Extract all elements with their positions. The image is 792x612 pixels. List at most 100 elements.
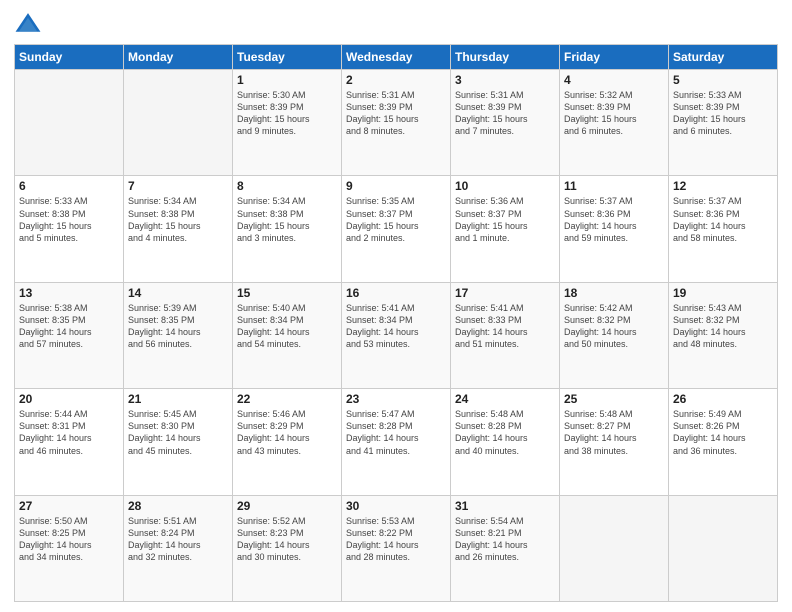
day-number: 17 [455,286,555,300]
calendar-cell: 25Sunrise: 5:48 AM Sunset: 8:27 PM Dayli… [560,389,669,495]
weekday-tuesday: Tuesday [233,45,342,70]
day-info: Sunrise: 5:33 AM Sunset: 8:39 PM Dayligh… [673,89,773,138]
day-number: 31 [455,499,555,513]
day-info: Sunrise: 5:38 AM Sunset: 8:35 PM Dayligh… [19,302,119,351]
calendar-cell: 11 Sunrise: 5:37 AM Sunset: 8:36 PM Dayli… [560,176,669,282]
calendar-cell: 21Sunrise: 5:45 AM Sunset: 8:30 PM Dayli… [124,389,233,495]
day-number: 29 [237,499,337,513]
day-number: 2 [346,73,446,87]
day-info: Sunrise: 5:49 AM Sunset: 8:26 PM Dayligh… [673,408,773,457]
day-number: 4 [564,73,664,87]
day-info: Sunrise: 5:30 AM Sunset: 8:39 PM Dayligh… [237,89,337,138]
day-number: 28 [128,499,228,513]
day-info: Sunrise: 5:37 AM Sunset: 8:36 PM Dayligh… [673,195,773,244]
day-number: 14 [128,286,228,300]
day-number: 1 [237,73,337,87]
day-info: Sunrise: 5:41 AM Sunset: 8:33 PM Dayligh… [455,302,555,351]
day-number: 12 [673,179,773,193]
day-number: 16 [346,286,446,300]
week-row-3: 13 Sunrise: 5:38 AM Sunset: 8:35 PM Dayli… [15,282,778,388]
weekday-header-row: SundayMondayTuesdayWednesdayThursdayFrid… [15,45,778,70]
week-row-4: 20 Sunrise: 5:44 AM Sunset: 8:31 PM Dayli… [15,389,778,495]
day-info: Sunrise: 5:39 AM Sunset: 8:35 PM Dayligh… [128,302,228,351]
week-row-1: 1 Sunrise: 5:30 AM Sunset: 8:39 PM Daylig… [15,70,778,176]
day-number: 18 [564,286,664,300]
day-info: Sunrise: 5:44 AM Sunset: 8:31 PM Dayligh… [19,408,119,457]
day-info: Sunrise: 5:32 AM Sunset: 8:39 PM Dayligh… [564,89,664,138]
calendar-cell: 23 Sunrise: 5:47 AM Sunset: 8:28 PM Dayli… [342,389,451,495]
day-info: Sunrise: 5:54 AM Sunset: 8:21 PM Dayligh… [455,515,555,564]
calendar-cell: 4 Sunrise: 5:32 AM Sunset: 8:39 PM Daylig… [560,70,669,176]
logo [14,10,46,38]
calendar-cell: 8 Sunrise: 5:34 AM Sunset: 8:38 PM Daylig… [233,176,342,282]
day-info: Sunrise: 5:34 AM Sunset: 8:38 PM Dayligh… [128,195,228,244]
header [14,10,778,38]
day-number: 25 [564,392,664,406]
day-number: 19 [673,286,773,300]
day-info: Sunrise: 5:52 AM Sunset: 8:23 PM Dayligh… [237,515,337,564]
calendar-cell: 15 Sunrise: 5:40 AM Sunset: 8:34 PM Dayli… [233,282,342,388]
calendar-cell [669,495,778,601]
calendar-cell: 14 Sunrise: 5:39 AM Sunset: 8:35 PM Dayli… [124,282,233,388]
day-info: Sunrise: 5:46 AM Sunset: 8:29 PM Dayligh… [237,408,337,457]
calendar-cell: 31 Sunrise: 5:54 AM Sunset: 8:21 PM Dayli… [451,495,560,601]
calendar-cell: 24 Sunrise: 5:48 AM Sunset: 8:28 PM Dayli… [451,389,560,495]
day-number: 22 [237,392,337,406]
weekday-sunday: Sunday [15,45,124,70]
week-row-2: 6Sunrise: 5:33 AM Sunset: 8:38 PM Daylig… [15,176,778,282]
calendar-cell: 26 Sunrise: 5:49 AM Sunset: 8:26 PM Dayli… [669,389,778,495]
calendar-cell: 2 Sunrise: 5:31 AM Sunset: 8:39 PM Daylig… [342,70,451,176]
calendar-cell [15,70,124,176]
day-number: 7 [128,179,228,193]
day-number: 3 [455,73,555,87]
calendar-cell: 30Sunrise: 5:53 AM Sunset: 8:22 PM Dayli… [342,495,451,601]
calendar-cell: 18 Sunrise: 5:42 AM Sunset: 8:32 PM Dayli… [560,282,669,388]
day-info: Sunrise: 5:50 AM Sunset: 8:25 PM Dayligh… [19,515,119,564]
calendar-cell: 22 Sunrise: 5:46 AM Sunset: 8:29 PM Dayli… [233,389,342,495]
day-info: Sunrise: 5:37 AM Sunset: 8:36 PM Dayligh… [564,195,664,244]
calendar-cell: 16Sunrise: 5:41 AM Sunset: 8:34 PM Dayli… [342,282,451,388]
day-info: Sunrise: 5:53 AM Sunset: 8:22 PM Dayligh… [346,515,446,564]
calendar: SundayMondayTuesdayWednesdayThursdayFrid… [14,44,778,602]
day-info: Sunrise: 5:43 AM Sunset: 8:32 PM Dayligh… [673,302,773,351]
day-number: 15 [237,286,337,300]
weekday-thursday: Thursday [451,45,560,70]
calendar-cell: 27 Sunrise: 5:50 AM Sunset: 8:25 PM Dayli… [15,495,124,601]
day-number: 8 [237,179,337,193]
day-number: 10 [455,179,555,193]
day-number: 23 [346,392,446,406]
calendar-cell: 7 Sunrise: 5:34 AM Sunset: 8:38 PM Daylig… [124,176,233,282]
day-info: Sunrise: 5:42 AM Sunset: 8:32 PM Dayligh… [564,302,664,351]
day-number: 9 [346,179,446,193]
weekday-saturday: Saturday [669,45,778,70]
day-info: Sunrise: 5:31 AM Sunset: 8:39 PM Dayligh… [346,89,446,138]
calendar-cell: 19 Sunrise: 5:43 AM Sunset: 8:32 PM Dayli… [669,282,778,388]
day-info: Sunrise: 5:40 AM Sunset: 8:34 PM Dayligh… [237,302,337,351]
calendar-cell: 13 Sunrise: 5:38 AM Sunset: 8:35 PM Dayli… [15,282,124,388]
day-number: 11 [564,179,664,193]
calendar-cell: 6Sunrise: 5:33 AM Sunset: 8:38 PM Daylig… [15,176,124,282]
day-info: Sunrise: 5:48 AM Sunset: 8:28 PM Dayligh… [455,408,555,457]
calendar-cell: 12 Sunrise: 5:37 AM Sunset: 8:36 PM Dayli… [669,176,778,282]
weekday-monday: Monday [124,45,233,70]
day-info: Sunrise: 5:36 AM Sunset: 8:37 PM Dayligh… [455,195,555,244]
day-number: 26 [673,392,773,406]
calendar-cell: 9 Sunrise: 5:35 AM Sunset: 8:37 PM Daylig… [342,176,451,282]
day-info: Sunrise: 5:47 AM Sunset: 8:28 PM Dayligh… [346,408,446,457]
day-number: 5 [673,73,773,87]
weekday-wednesday: Wednesday [342,45,451,70]
day-number: 13 [19,286,119,300]
day-info: Sunrise: 5:35 AM Sunset: 8:37 PM Dayligh… [346,195,446,244]
day-number: 24 [455,392,555,406]
calendar-cell: 10 Sunrise: 5:36 AM Sunset: 8:37 PM Dayli… [451,176,560,282]
day-number: 27 [19,499,119,513]
calendar-cell: 29 Sunrise: 5:52 AM Sunset: 8:23 PM Dayli… [233,495,342,601]
calendar-cell: 5 Sunrise: 5:33 AM Sunset: 8:39 PM Daylig… [669,70,778,176]
day-number: 20 [19,392,119,406]
calendar-cell [560,495,669,601]
week-row-5: 27 Sunrise: 5:50 AM Sunset: 8:25 PM Dayli… [15,495,778,601]
calendar-cell: 3Sunrise: 5:31 AM Sunset: 8:39 PM Daylig… [451,70,560,176]
calendar-cell: 20 Sunrise: 5:44 AM Sunset: 8:31 PM Dayli… [15,389,124,495]
day-info: Sunrise: 5:34 AM Sunset: 8:38 PM Dayligh… [237,195,337,244]
calendar-cell [124,70,233,176]
